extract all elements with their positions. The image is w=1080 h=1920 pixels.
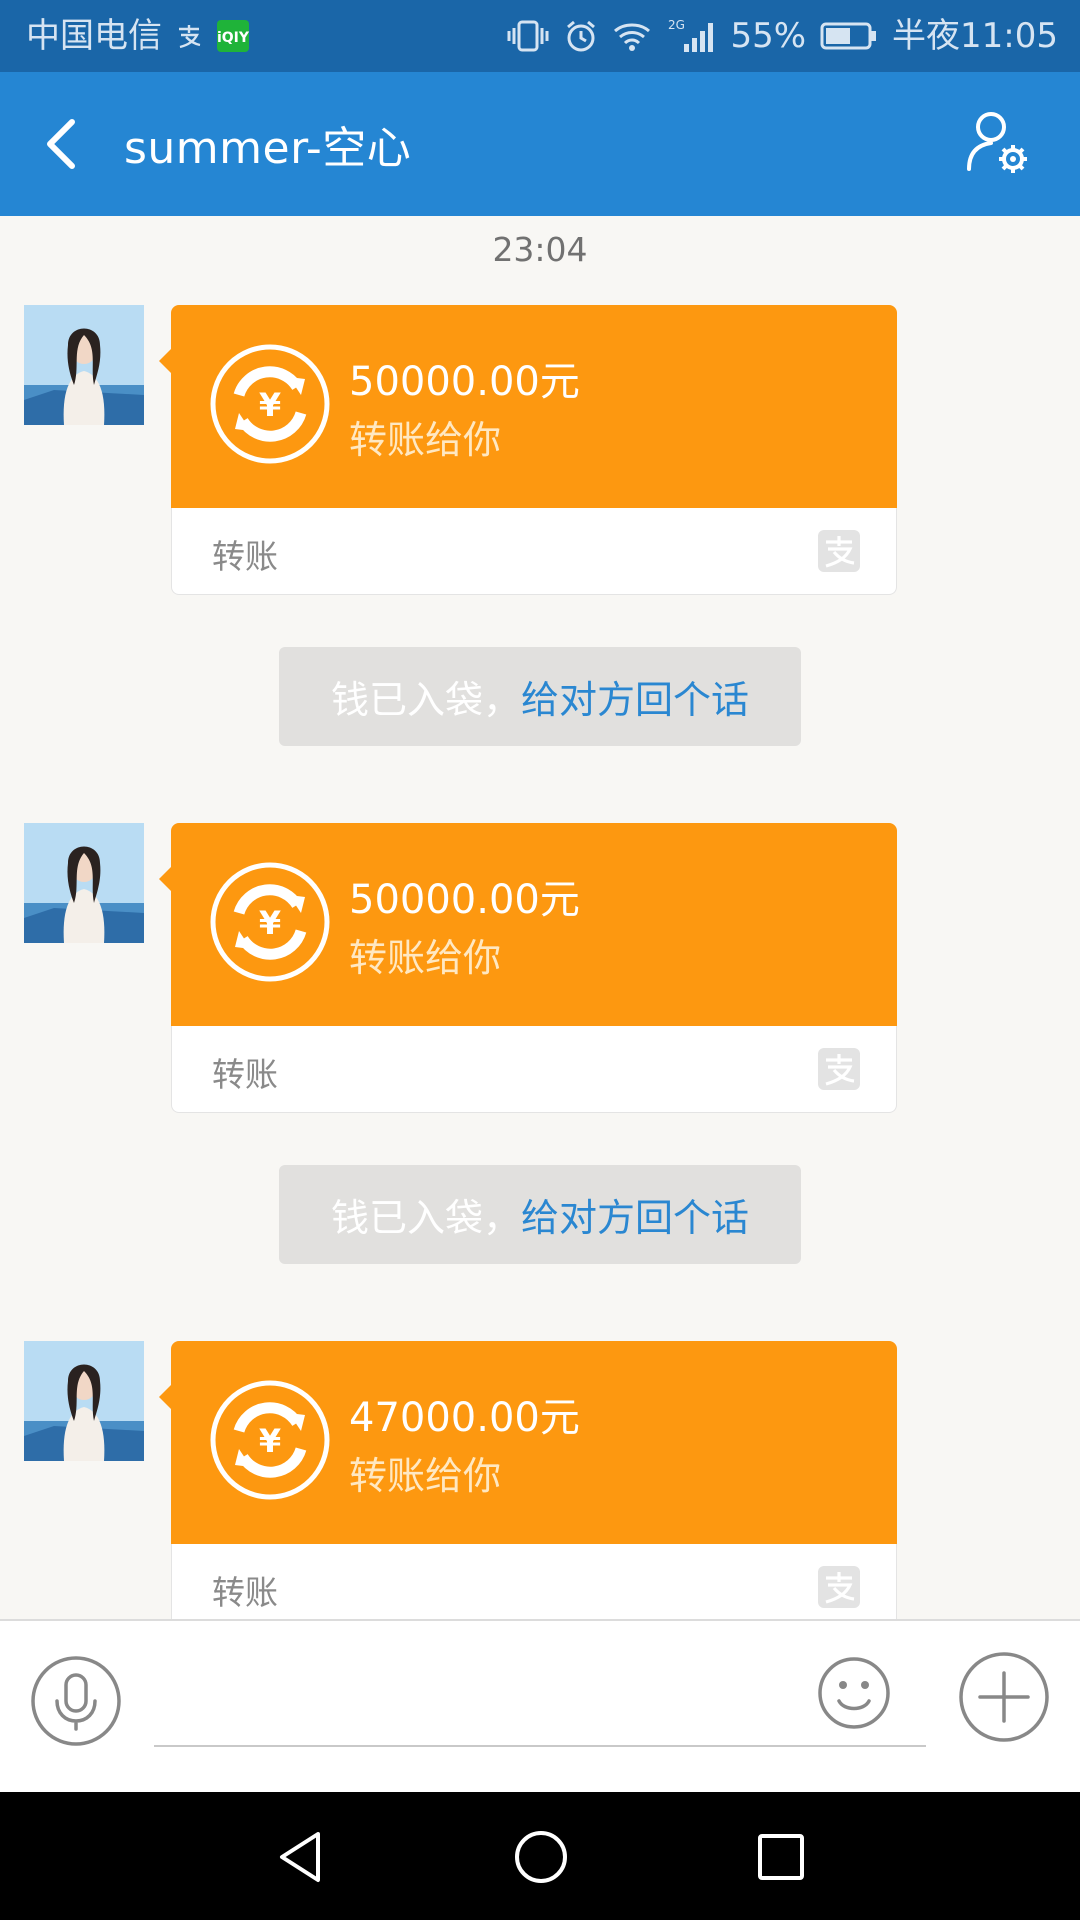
transfer-card[interactable]: ¥ 50000.00元 转账给你 转账: [159, 823, 897, 1113]
nav-back-icon: [280, 1832, 320, 1882]
nav-recent-icon: [758, 1834, 804, 1880]
title-bar: summer-空心: [0, 72, 1080, 216]
navigation-bar: [0, 1792, 1080, 1920]
emoji-icon: [818, 1657, 890, 1729]
chat-area[interactable]: 23:04 ¥ 50000.00元 转账给你 转账 钱已入袋， 给对方回个话 ¥…: [0, 216, 1080, 1619]
transfer-description: 转账给你: [349, 936, 502, 980]
alarm-icon: [564, 19, 598, 53]
voice-button[interactable]: [30, 1655, 122, 1747]
vibrate-icon: [506, 20, 550, 52]
transfer-yuan-icon: ¥: [210, 344, 330, 464]
input-bar: [0, 1619, 1080, 1792]
svg-text:iQIY: iQIY: [217, 30, 250, 46]
svg-text:¥: ¥: [259, 904, 281, 942]
back-button[interactable]: [0, 72, 120, 216]
svg-text:¥: ¥: [259, 386, 281, 424]
chevron-left-icon: [47, 119, 75, 169]
reply-link[interactable]: 给对方回个话: [521, 1187, 749, 1242]
transfer-amount: 50000.00元: [349, 877, 580, 923]
transfer-label: 转账: [212, 1055, 278, 1094]
notice-text: 钱已入袋，: [330, 1196, 521, 1240]
reply-link[interactable]: 给对方回个话: [521, 669, 749, 724]
transfer-amount: 50000.00元: [349, 359, 580, 405]
status-bar: 中国电信 iQIY 2G 55% 半夜11:05: [0, 0, 1080, 72]
system-notice: 钱已入袋， 给对方回个话: [279, 647, 801, 746]
battery-percent: 55%: [730, 16, 807, 56]
avatar[interactable]: [24, 823, 144, 943]
carrier-name: 中国电信: [26, 16, 162, 56]
battery-icon: [820, 21, 878, 51]
avatar[interactable]: [24, 1341, 144, 1461]
microphone-icon: [31, 1656, 121, 1746]
transfer-description: 转账给你: [349, 418, 502, 462]
nav-back-button[interactable]: [272, 1828, 330, 1886]
svg-text:¥: ¥: [259, 1422, 281, 1460]
wifi-icon: [612, 20, 652, 52]
alipay-notification-icon: [176, 23, 202, 49]
message-input[interactable]: [154, 1661, 926, 1747]
clock: 半夜11:05: [892, 16, 1058, 56]
alipay-icon: [818, 1048, 860, 1090]
transfer-card[interactable]: ¥ 50000.00元 转账给你 转账: [159, 305, 897, 595]
transfer-label: 转账: [212, 537, 278, 576]
emoji-button[interactable]: [816, 1655, 892, 1731]
transfer-yuan-icon: ¥: [210, 1380, 330, 1500]
alipay-icon: [818, 1566, 860, 1608]
nav-home-icon: [515, 1831, 567, 1883]
chat-title: summer-空心: [124, 123, 412, 174]
profile-settings-button[interactable]: [956, 102, 1040, 186]
iqiyi-icon: iQIY: [216, 19, 250, 53]
signal-icon: 2G: [666, 18, 716, 54]
transfer-amount: 47000.00元: [349, 1395, 580, 1441]
user-settings-icon: [967, 112, 1027, 173]
transfer-yuan-icon: ¥: [210, 862, 330, 982]
alipay-icon: [818, 530, 860, 572]
avatar[interactable]: [24, 305, 144, 425]
nav-home-button[interactable]: [512, 1828, 570, 1886]
signal-tag: 2G: [668, 18, 685, 32]
notice-text: 钱已入袋，: [330, 678, 521, 722]
nav-recent-button[interactable]: [752, 1828, 810, 1886]
transfer-card[interactable]: ¥ 47000.00元 转账给你 转账: [159, 1341, 897, 1619]
plus-icon: [959, 1652, 1049, 1742]
chat-timestamp: 23:04: [492, 230, 588, 269]
transfer-description: 转账给你: [349, 1454, 502, 1498]
transfer-label: 转账: [212, 1573, 278, 1612]
plus-button[interactable]: [958, 1651, 1050, 1743]
system-notice: 钱已入袋， 给对方回个话: [279, 1165, 801, 1264]
